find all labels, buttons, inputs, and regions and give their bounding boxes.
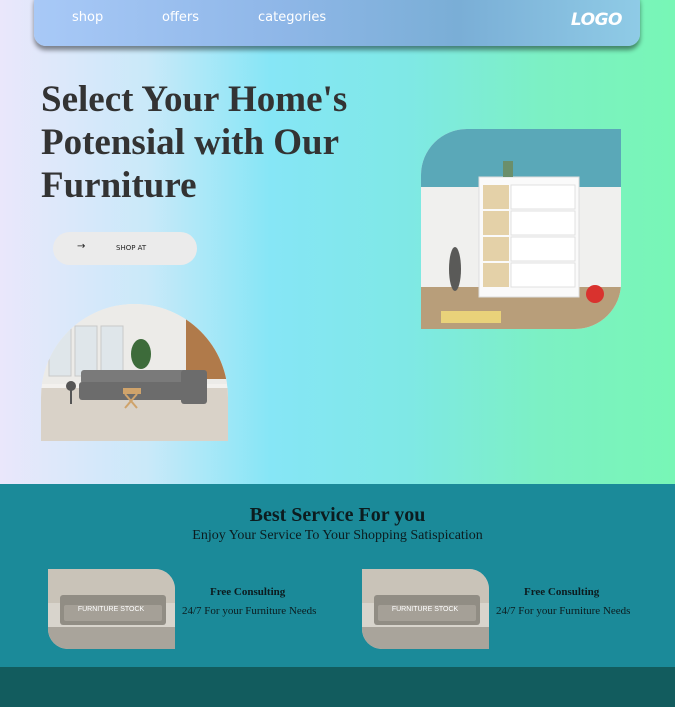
hero-headline: Select Your Home's Potensial with Our Fu… [41, 79, 348, 206]
shop-now-button[interactable]: → SHOP AT [53, 232, 197, 265]
arrow-right-icon: → [77, 241, 86, 252]
shop-button-label: SHOP AT [116, 244, 147, 252]
service-card-text: 24/7 For your Furniture Needs [182, 605, 317, 617]
drawer-cabinet-image [421, 129, 621, 329]
site-logo[interactable]: LOGO [571, 10, 623, 30]
nav-link-shop[interactable]: shop [72, 10, 103, 25]
services-title: Best Service For you [249, 504, 426, 526]
service-card-image: FURNITURE STOCK [48, 569, 175, 649]
service-card-title: Free Consulting [524, 586, 600, 598]
service-card-text: 24/7 For your Furniture Needs [496, 605, 631, 617]
living-room-sofa-image [41, 304, 228, 441]
services-section: Best Service For you Enjoy Your Service … [0, 484, 675, 667]
service-card-title: Free Consulting [210, 586, 286, 598]
watermark-text: FURNITURE STOCK [78, 606, 145, 613]
services-subtitle: Enjoy Your Service To Your Shopping Sati… [192, 528, 483, 543]
nav-link-offers[interactable]: offers [162, 10, 199, 25]
service-card-image: FURNITURE STOCK [362, 569, 489, 649]
footer [0, 667, 675, 707]
nav-link-categories[interactable]: categories [258, 10, 326, 25]
watermark-text: FURNITURE STOCK [392, 606, 459, 613]
top-navbar: shop offers categories LOGO [34, 0, 640, 46]
hero-section: shop offers categories LOGO Select Your … [0, 0, 675, 484]
